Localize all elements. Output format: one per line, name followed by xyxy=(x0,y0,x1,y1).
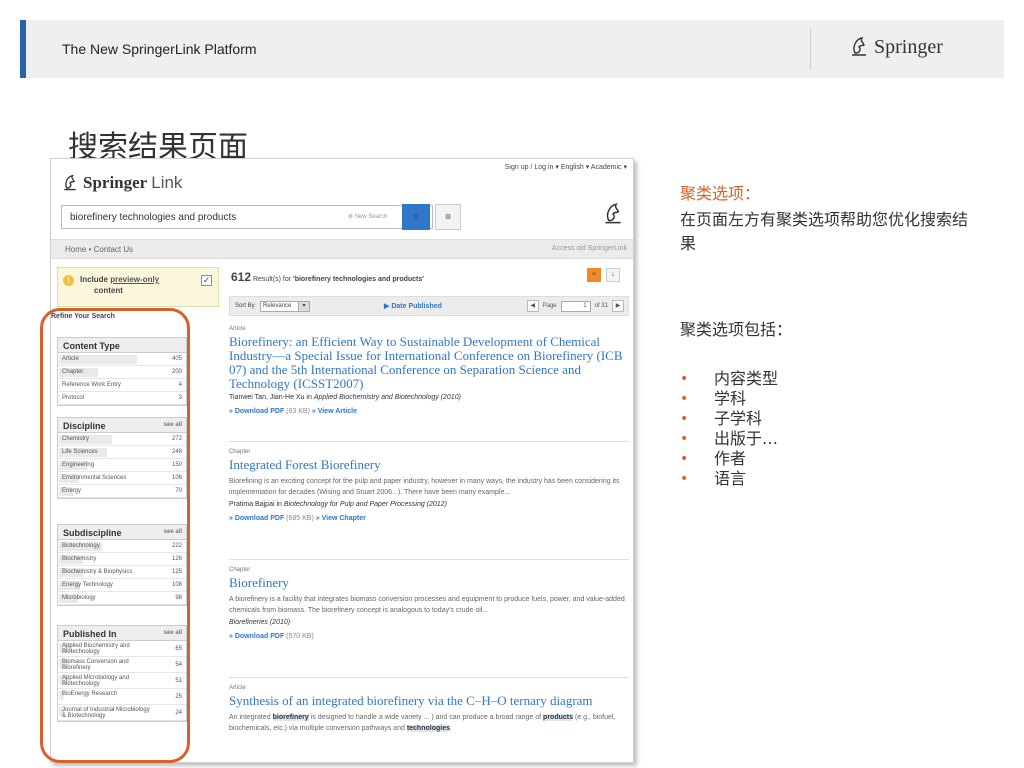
result-title[interactable]: Biorefinery: an Efficient Way to Sustain… xyxy=(229,335,629,391)
download-pdf-link[interactable]: » Download PDF xyxy=(229,515,284,522)
result-type: Chapter xyxy=(229,449,251,455)
old-springerlink-link[interactable]: Access old SpringerLink xyxy=(552,245,627,252)
result-description: A biorefinery is a facility that integra… xyxy=(229,596,625,614)
list-item: 学科 xyxy=(680,389,778,409)
brand-name: Springer xyxy=(874,35,943,58)
download-pdf-link[interactable]: » Download PDF xyxy=(229,633,284,640)
result-item: Chapter Biorefinery A biorefinery is a f… xyxy=(229,567,629,640)
list-item: 语言 xyxy=(680,469,778,489)
nav-bar: Home • Contact Us Access old SpringerLin… xyxy=(51,239,633,259)
new-search-link[interactable]: ⊗ New Search xyxy=(348,213,387,220)
download-pdf-link[interactable]: » Download PDF xyxy=(229,408,284,415)
result-description: Biorefining is an exciting concept for t… xyxy=(229,478,620,496)
download-icon: ↓ xyxy=(611,271,615,278)
result-links: » Download PDF (570 KB) xyxy=(229,633,314,640)
page-label: Page xyxy=(542,303,557,309)
search-icon: ⚲ xyxy=(413,214,419,221)
springer-logo: Springer xyxy=(848,33,943,61)
chevron-down-icon: ▾ xyxy=(298,302,309,311)
preview-label: Include preview-only content xyxy=(80,275,160,295)
rss-icon: ≈ xyxy=(592,271,596,278)
sort-bar: Sort By Relevance ▾ ▶ Date Published ◀ Pa… xyxy=(229,296,629,316)
result-type: Article xyxy=(229,685,246,691)
sort-select[interactable]: Relevance ▾ xyxy=(260,301,310,312)
search-input[interactable]: biorefinery technologies and products ⊗ … xyxy=(61,205,433,229)
result-divider xyxy=(229,559,629,560)
preview-checkbox[interactable]: ✓ xyxy=(201,275,212,286)
preview-only-toggle[interactable]: ! Include preview-only content ✓ xyxy=(57,267,219,307)
logo-light: Link xyxy=(151,173,183,192)
download-results-button[interactable]: ↓ xyxy=(606,268,620,282)
gear-icon: ⚙ xyxy=(444,214,452,221)
view-article-link[interactable]: » View Article xyxy=(312,408,357,415)
list-item: 子学科 xyxy=(680,409,778,429)
list-item: 内容类型 xyxy=(680,369,778,389)
info-icon: ! xyxy=(63,275,74,286)
highlight-oval xyxy=(40,308,190,763)
result-type: Article xyxy=(229,326,246,332)
rss-button[interactable]: ≈ xyxy=(587,268,601,282)
notes-heading: 聚类选项： xyxy=(680,184,761,203)
result-authors: Pratima Bajpai in Biotechnology for Pulp… xyxy=(229,501,447,508)
springerlink-logo[interactable]: Springer Link xyxy=(61,173,182,193)
search-value: biorefinery technologies and products xyxy=(70,212,237,223)
next-page-button[interactable]: ▶ xyxy=(612,300,624,312)
list-item: 作者 xyxy=(680,449,778,469)
settings-button[interactable]: ⚙ xyxy=(435,204,461,230)
result-links: » Download PDF (685 KB) » View Chapter xyxy=(229,515,366,522)
result-title[interactable]: Integrated Forest Biorefinery xyxy=(229,458,629,472)
result-authors: Tianwei Tan, Jian-He Xu in Applied Bioch… xyxy=(229,394,461,401)
result-title[interactable]: Biorefinery xyxy=(229,576,629,590)
result-links: » Download PDF (63 KB) » View Article xyxy=(229,408,357,415)
header-accent-bar xyxy=(20,20,26,78)
page-of: of 31 xyxy=(594,303,608,309)
list-item: 出版于… xyxy=(680,429,778,449)
notes-paragraph: 在页面左方有聚类选项帮助您优化搜索结果 xyxy=(680,210,969,253)
result-item: Article Biorefinery: an Efficient Way to… xyxy=(229,326,629,415)
page-input[interactable]: 1 xyxy=(560,300,591,312)
notes-list: 内容类型 学科 子学科 出版于… 作者 语言 xyxy=(680,369,778,489)
prev-page-button[interactable]: ◀ xyxy=(526,300,539,312)
top-nav[interactable]: Sign up / Log in ▾ English ▾ Academic ▾ xyxy=(505,163,627,171)
springer-corner-icon xyxy=(601,201,625,229)
notes-list-intro: 聚类选项包括： xyxy=(680,320,793,339)
date-published-toggle[interactable]: ▶ Date Published xyxy=(384,302,442,310)
result-divider xyxy=(229,441,629,442)
result-divider xyxy=(229,677,629,678)
nav-home-links[interactable]: Home • Contact Us xyxy=(65,245,133,254)
view-chapter-link[interactable]: » View Chapter xyxy=(316,515,366,522)
result-title[interactable]: Synthesis of an integrated biorefinery v… xyxy=(229,694,629,708)
pagination: ◀ Page 1 of 31 ▶ xyxy=(526,300,624,312)
header-divider xyxy=(810,28,811,70)
result-source: Biorefineries (2010) xyxy=(229,619,291,626)
result-item: Chapter Integrated Forest Biorefinery Bi… xyxy=(229,449,629,522)
result-description: An integrated biorefinery is designed to… xyxy=(229,714,616,732)
header-title: The New SpringerLink Platform xyxy=(62,41,257,57)
springer-horse-icon xyxy=(64,174,76,191)
result-item: Article Synthesis of an integrated biore… xyxy=(229,685,629,734)
sort-by-label: Sort By xyxy=(235,303,255,309)
search-button[interactable]: ⚲ xyxy=(402,204,430,230)
result-count: 612 Result(s) for 'biorefinery technolog… xyxy=(231,270,424,284)
logo-bold: Springer xyxy=(83,173,148,192)
springer-horse-icon xyxy=(852,37,866,56)
result-type: Chapter xyxy=(229,567,251,573)
